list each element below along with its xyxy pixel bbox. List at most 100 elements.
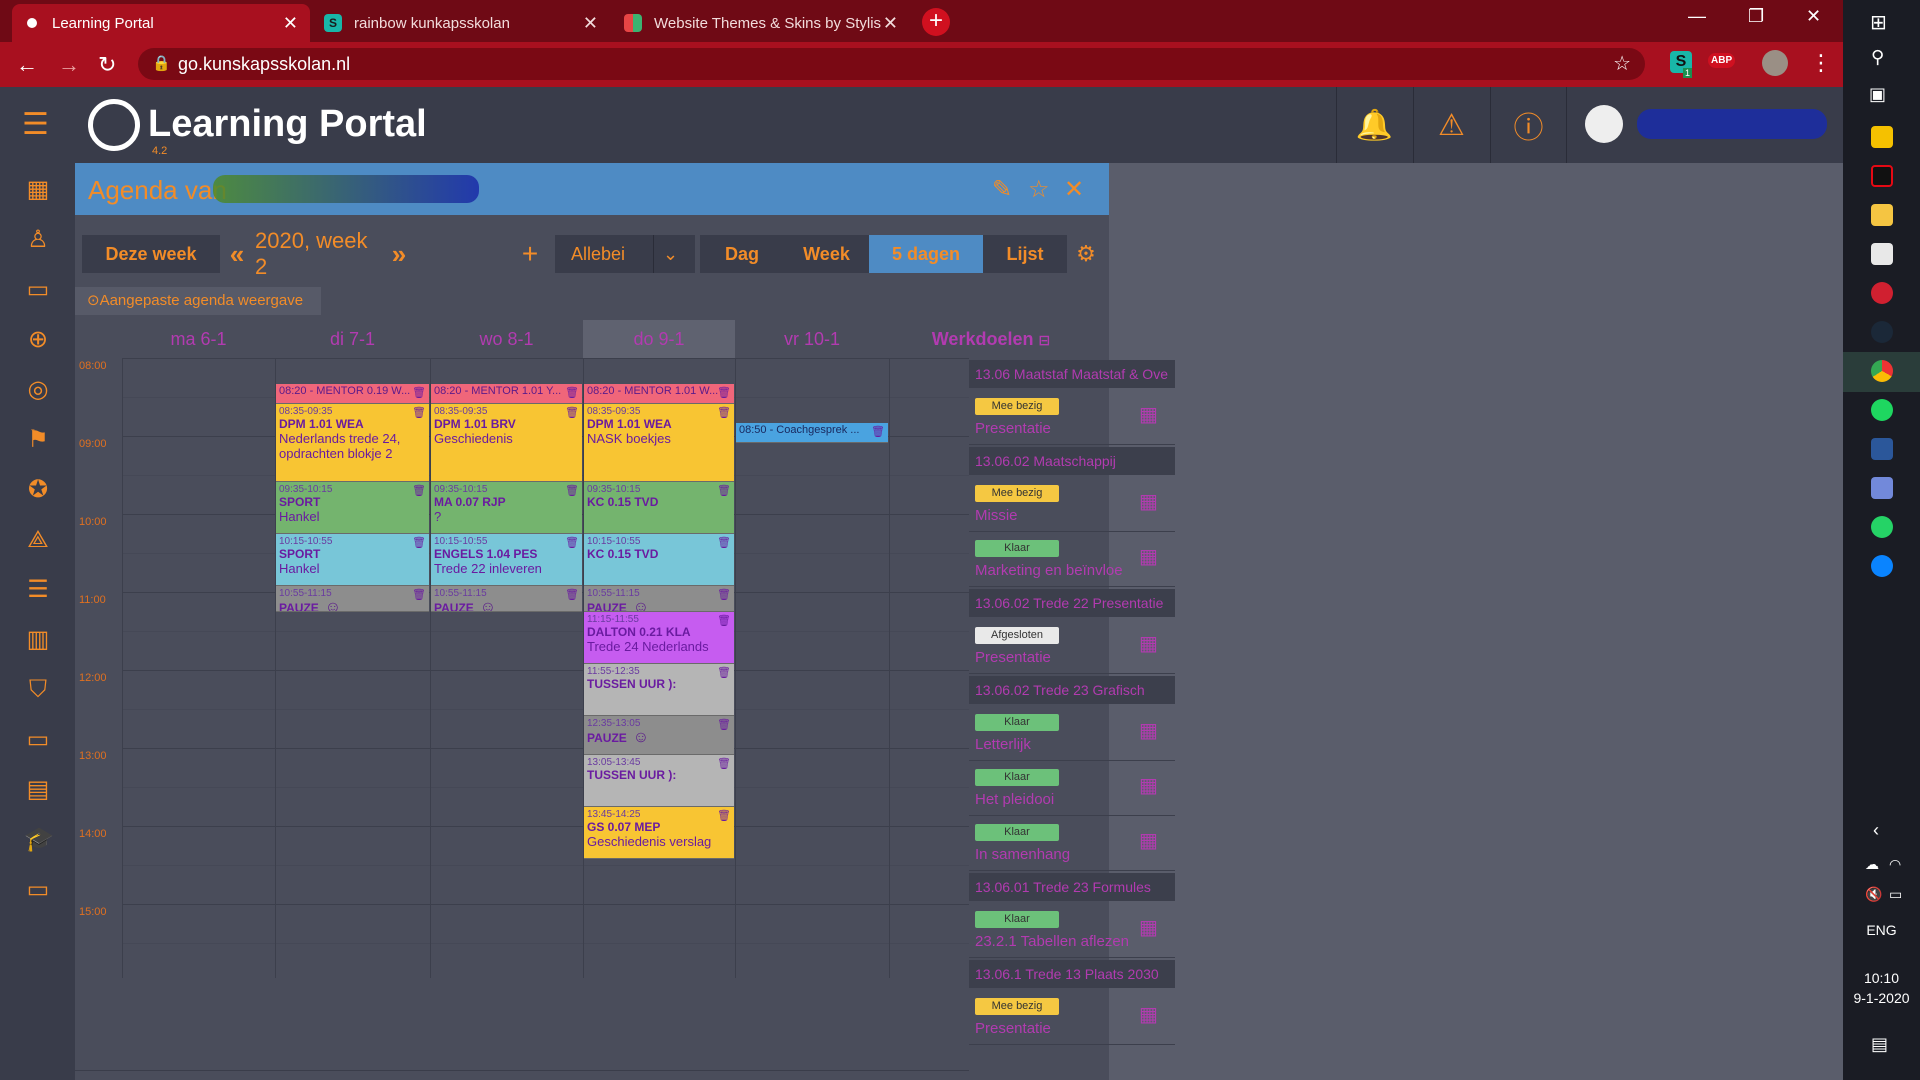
delete-event-icon[interactable]: 🗑: [412, 588, 426, 601]
goal-section-heading[interactable]: 13.06.02 Trede 23 Grafisch: [969, 676, 1175, 704]
goal-item[interactable]: Klaar In samenhang ▦: [969, 816, 1175, 871]
calendar-event[interactable]: 10:55-11:15 PAUZE ☺ 🗑: [584, 585, 734, 612]
delete-event-icon[interactable]: 🗑: [717, 666, 731, 679]
notifications-icon[interactable]: ▤: [1871, 1034, 1888, 1055]
calendar-event[interactable]: 08:20 - MENTOR 1.01 W... 🗑: [584, 384, 734, 404]
delete-event-icon[interactable]: 🗑: [565, 406, 579, 419]
forward-icon[interactable]: →: [58, 52, 80, 78]
filter-select[interactable]: Allebei ⌄: [555, 235, 695, 273]
warning-icon[interactable]: ⚠: [1413, 87, 1489, 163]
profile-avatar[interactable]: [1762, 50, 1788, 76]
calendar-event[interactable]: 13:45-14:25 GS 0.07 MEP Geschiedenis versl…: [584, 806, 734, 859]
custom-view-toggle[interactable]: ⊙Aangepaste agenda weergave: [75, 287, 321, 315]
discord-icon[interactable]: [1871, 477, 1893, 499]
network-icon[interactable]: ⟁: [24, 526, 52, 554]
this-week-button[interactable]: Deze week: [82, 235, 220, 273]
search-icon[interactable]: ⚲: [1871, 47, 1884, 68]
chat-icon[interactable]: ▭: [24, 276, 52, 304]
bar-chart-icon[interactable]: ▥: [24, 626, 52, 654]
goal-calendar-icon[interactable]: ▦: [1139, 718, 1158, 743]
view-list-button[interactable]: Lijst: [983, 235, 1067, 273]
close-window-icon[interactable]: ✕: [1806, 6, 1821, 27]
minimize-icon[interactable]: —: [1688, 6, 1706, 27]
add-event-icon[interactable]: +: [515, 235, 545, 273]
vpn-icon[interactable]: [1871, 282, 1893, 304]
goal-calendar-icon[interactable]: ▦: [1139, 544, 1158, 569]
menu-dots-icon[interactable]: ⋮: [1810, 50, 1832, 76]
help-icon[interactable]: ⓘ: [1490, 87, 1566, 163]
goal-item[interactable]: Klaar 23.2.1 Tabellen aflezen ▦: [969, 903, 1175, 958]
collapse-icon[interactable]: ⊟: [1038, 332, 1050, 348]
crosshair-icon[interactable]: ⊕: [24, 326, 52, 354]
calendar-event[interactable]: 08:35-09:35 DPM 1.01 WEA Nederlands trede …: [276, 403, 429, 482]
delete-event-icon[interactable]: 🗑: [717, 406, 731, 419]
delete-event-icon[interactable]: 🗑: [717, 536, 731, 549]
store-icon[interactable]: [1871, 126, 1893, 148]
delete-event-icon[interactable]: 🗑: [565, 386, 579, 399]
delete-event-icon[interactable]: 🗑: [717, 386, 731, 399]
favorite-star-icon[interactable]: ☆: [1028, 175, 1050, 204]
goal-section-heading[interactable]: 13.06 Maatstaf Maatstaf & Ove: [969, 360, 1175, 388]
inbox-icon[interactable]: ▭: [24, 726, 52, 754]
close-tab-icon[interactable]: ✕: [583, 13, 598, 34]
graduation-cap-icon[interactable]: 🎓: [24, 826, 54, 854]
onedrive-icon[interactable]: ☁: [1865, 856, 1879, 873]
goal-calendar-icon[interactable]: ▦: [1139, 489, 1158, 514]
bookmark-star-icon[interactable]: ☆: [1613, 48, 1631, 80]
battery-icon[interactable]: ▭: [1889, 886, 1902, 903]
goal-item[interactable]: Klaar Letterlijk ▦: [969, 706, 1175, 761]
pin-icon[interactable]: ✎: [992, 175, 1012, 204]
goal-section-heading[interactable]: 13.06.1 Trede 13 Plaats 2030: [969, 960, 1175, 988]
calendar-event[interactable]: 10:15-10:55 SPORT Hankel 🗑: [276, 533, 429, 586]
user-menu[interactable]: [1566, 87, 1843, 163]
goal-section-heading[interactable]: 13.06.02 Trede 22 Presentatie: [969, 589, 1175, 617]
calendar-event[interactable]: 08:35-09:35 DPM 1.01 BRV Geschiedenis 🗑: [431, 403, 582, 482]
settings-gear-icon[interactable]: ⚙: [1073, 235, 1099, 273]
volume-muted-icon[interactable]: 🔇: [1865, 886, 1882, 903]
spotify-icon[interactable]: [1871, 399, 1893, 421]
view-5days-button[interactable]: 5 dagen: [869, 235, 983, 273]
calendar-event[interactable]: 13:05-13:45 TUSSEN UUR ): 🗑: [584, 754, 734, 807]
calendar-event[interactable]: 10:55-11:15 PAUZE ☺ 🗑: [431, 585, 582, 612]
delete-event-icon[interactable]: 🗑: [717, 484, 731, 497]
delete-event-icon[interactable]: 🗑: [412, 484, 426, 497]
delete-event-icon[interactable]: 🗑: [412, 386, 426, 399]
view-day-button[interactable]: Dag: [700, 235, 784, 273]
goal-calendar-icon[interactable]: ▦: [1139, 915, 1158, 940]
whatsapp-icon[interactable]: [1871, 516, 1893, 538]
delete-event-icon[interactable]: 🗑: [565, 484, 579, 497]
calendar-event[interactable]: 10:15-10:55 ENGELS 1.04 PES Trede 22 inlev…: [431, 533, 582, 586]
delete-event-icon[interactable]: 🗑: [717, 809, 731, 822]
restore-icon[interactable]: ❐: [1748, 6, 1764, 27]
delete-event-icon[interactable]: 🗑: [871, 425, 885, 438]
hamburger-menu-icon[interactable]: ☰: [22, 110, 49, 140]
delete-event-icon[interactable]: 🗑: [565, 536, 579, 549]
calendar-icon[interactable]: ▦: [24, 176, 52, 204]
chevron-left-icon[interactable]: ‹: [1873, 820, 1879, 841]
steam-icon[interactable]: [1871, 321, 1893, 343]
language-indicator[interactable]: ENG: [1843, 922, 1920, 938]
calendar-event[interactable]: 09:35-10:15 KC 0.15 TVD 🗑: [584, 481, 734, 534]
tab-website-themes[interactable]: Website Themes & Skins by Stylis ✕: [612, 4, 910, 42]
goal-calendar-icon[interactable]: ▦: [1139, 1002, 1158, 1027]
stats-icon[interactable]: ▤: [24, 776, 52, 804]
goal-item[interactable]: Klaar Marketing en beïnvloe ▦: [969, 532, 1175, 587]
file-explorer-icon[interactable]: [1871, 204, 1893, 226]
messages-icon[interactable]: ▭: [24, 876, 52, 904]
flag-icon[interactable]: ⚑: [24, 426, 52, 454]
bell-icon[interactable]: 🔔: [1336, 87, 1412, 163]
close-tab-icon[interactable]: ✕: [283, 13, 298, 34]
calendar-event[interactable]: 09:35-10:15 SPORT Hankel 🗑: [276, 481, 429, 534]
delete-event-icon[interactable]: 🗑: [717, 614, 731, 627]
windows-start-icon[interactable]: ⊞: [1870, 10, 1887, 35]
mail-icon[interactable]: [1871, 243, 1893, 265]
task-view-icon[interactable]: ▣: [1869, 84, 1886, 105]
goal-calendar-icon[interactable]: ▦: [1139, 828, 1158, 853]
delete-event-icon[interactable]: 🗑: [412, 406, 426, 419]
wifi-icon[interactable]: ◠: [1889, 856, 1901, 873]
calendar-event[interactable]: 09:35-10:15 MA 0.07 RJP? 🗑: [431, 481, 582, 534]
goal-section-heading[interactable]: 13.06.01 Trede 23 Formules: [969, 873, 1175, 901]
goal-section-heading[interactable]: 13.06.02 Maatschappij: [969, 447, 1175, 475]
goal-item[interactable]: Afgesloten Presentatie ▦: [969, 619, 1175, 674]
back-icon[interactable]: ←: [16, 52, 38, 78]
